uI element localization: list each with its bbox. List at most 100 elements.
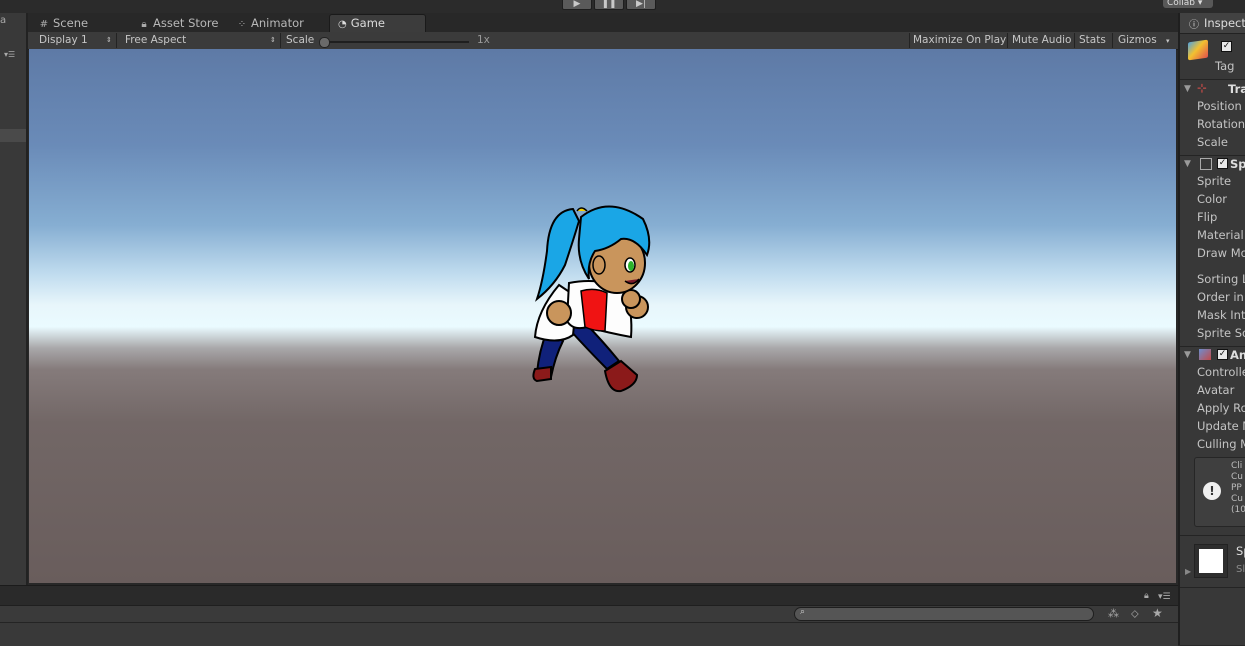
flip-label: Flip: [1197, 210, 1218, 224]
tag-label: Tag: [1215, 59, 1235, 73]
scale-slider-thumb[interactable]: [319, 37, 330, 48]
animator-component-icon: [1199, 349, 1211, 360]
sprite-renderer-enabled-checkbox[interactable]: ✓: [1217, 158, 1228, 169]
inspector-tab[interactable]: ⓘ Inspect: [1180, 13, 1245, 34]
step-button[interactable]: ▶|: [626, 0, 656, 10]
scale-label-inspector: Scale: [1197, 135, 1228, 149]
inspector-tab-label: Inspect: [1204, 16, 1245, 30]
apply-root-motion-label: Apply Ro: [1197, 401, 1245, 415]
hierarchy-panel[interactable]: ▾☰: [0, 13, 28, 585]
separator: [1007, 33, 1008, 48]
info-icon: ⓘ: [1189, 20, 1199, 31]
material-label: Material: [1197, 228, 1244, 242]
tab-scene[interactable]: # Scene: [38, 15, 88, 32]
color-label: Color: [1197, 192, 1228, 206]
warning-icon: !: [1203, 482, 1221, 500]
divider: [1180, 535, 1245, 536]
update-mode-label: Update M: [1197, 419, 1245, 433]
aspect-label: Free Aspect: [125, 34, 187, 46]
scale-label: Scale: [286, 34, 315, 46]
gizmos-button[interactable]: Gizmos ▾: [1118, 32, 1170, 49]
pause-button[interactable]: ❚❚: [594, 0, 624, 10]
sorting-layer-label: Sorting L: [1197, 272, 1245, 286]
tab-animator-label: Animator: [251, 16, 304, 30]
mask-interaction-label: Mask Int: [1197, 308, 1245, 322]
material-name: Sp: [1236, 544, 1245, 558]
separator: [909, 33, 910, 48]
filter-by-type-icon[interactable]: ⁂: [1108, 607, 1119, 620]
animator-enabled-checkbox[interactable]: ✓: [1217, 349, 1228, 360]
gizmos-label: Gizmos: [1118, 34, 1157, 46]
mute-audio-toggle[interactable]: Mute Audio: [1012, 32, 1071, 49]
hierarchy-selected-row[interactable]: [0, 129, 26, 142]
animator-header[interactable]: An: [1230, 348, 1245, 362]
stats-toggle[interactable]: Stats: [1079, 32, 1106, 49]
display-dropdown[interactable]: Display 1 ⇕: [39, 32, 114, 49]
sprite-renderer-icon: [1200, 158, 1212, 170]
foldout-arrow-icon[interactable]: ▼: [1184, 84, 1191, 94]
foldout-arrow-icon[interactable]: ▼: [1184, 159, 1191, 169]
star-icon[interactable]: ★: [1152, 606, 1163, 620]
sprite-sort-point-label: Sprite So: [1197, 326, 1245, 340]
sprite-renderer-header[interactable]: Sp: [1230, 157, 1245, 171]
tab-asset-store-label: Asset Store: [153, 16, 219, 30]
inspector-panel[interactable]: ⓘ Inspect ✓ Tag ▼ ⊹ Tra Position Rotatio…: [1178, 13, 1245, 645]
pause-icon: ❚❚: [601, 0, 617, 9]
material-preview[interactable]: [1194, 544, 1228, 578]
chevron-down-icon: ▾: [1166, 37, 1170, 45]
divider: [1180, 79, 1245, 80]
divider: [1180, 155, 1245, 156]
culling-mode-label: Culling M: [1197, 437, 1245, 451]
panel-menu-icon[interactable]: ▾☰: [1158, 592, 1171, 602]
tab-game[interactable]: ◔ Game: [329, 14, 426, 33]
aspect-dropdown[interactable]: Free Aspect ⇕: [125, 32, 280, 49]
lock-icon[interactable]: 🔒︎: [1144, 591, 1149, 601]
player-character-sprite: [532, 205, 651, 393]
gameobject-cube-icon: [1188, 39, 1208, 61]
order-in-layer-label: Order in: [1197, 290, 1244, 304]
display-label: Display 1: [39, 34, 88, 46]
foldout-arrow-icon[interactable]: ▶: [1185, 567, 1191, 576]
avatar-label: Avatar: [1197, 383, 1235, 397]
collab-button[interactable]: Collab ▾: [1163, 0, 1213, 8]
position-label: Position: [1197, 99, 1242, 113]
material-swatch: [1199, 549, 1223, 573]
search-icon: ⌕: [800, 607, 806, 617]
tab-game-label: Game: [350, 16, 385, 30]
search-input[interactable]: ⌕: [794, 607, 1094, 621]
separator: [116, 33, 117, 48]
divider: [1180, 587, 1245, 588]
play-button[interactable]: ▶: [562, 0, 592, 10]
game-view[interactable]: [29, 49, 1176, 583]
sprite-label: Sprite: [1197, 174, 1232, 188]
panel-menu-icon[interactable]: ▾☰: [4, 51, 22, 59]
step-icon: ▶|: [636, 0, 646, 9]
project-content-area[interactable]: [0, 622, 1178, 646]
panel-menu-icon[interactable]: a: [0, 15, 6, 26]
scale-value: 1x: [477, 34, 490, 46]
foldout-arrow-icon[interactable]: ▼: [1184, 350, 1191, 360]
rotation-label: Rotation: [1197, 117, 1245, 131]
controller-label: Controlle: [1197, 365, 1245, 379]
separator: [1112, 33, 1113, 48]
tab-asset-store[interactable]: 🔒︎ Asset Store: [138, 15, 219, 32]
dropdown-arrows-icon: ⇕: [270, 36, 276, 44]
maximize-on-play-toggle[interactable]: Maximize On Play: [913, 32, 1006, 49]
animator-info-box: ! Cli Cu PP Cu (10: [1194, 457, 1245, 527]
divider: [1180, 346, 1245, 347]
grid-icon: #: [39, 19, 49, 30]
gameobject-active-checkbox[interactable]: ✓: [1221, 41, 1232, 52]
transform-header[interactable]: Tra: [1228, 82, 1245, 96]
separator: [1074, 33, 1075, 48]
info-text: Cli Cu PP Cu (10: [1231, 461, 1245, 515]
filter-by-label-icon[interactable]: ⬦: [1131, 607, 1139, 621]
lock-icon: 🔒︎: [141, 19, 147, 30]
scale-slider-track[interactable]: [321, 41, 469, 43]
separator: [280, 33, 281, 48]
animator-icon: ⁘: [237, 19, 247, 30]
draw-mode-label: Draw Mo: [1197, 246, 1245, 260]
tab-scene-label: Scene: [53, 16, 89, 30]
game-toolbar: Display 1 ⇕ Free Aspect ⇕ Scale 1x Maxim…: [28, 32, 1178, 50]
project-panel-tabbar: 🔒︎ ▾☰: [0, 585, 1178, 606]
tab-animator[interactable]: ⁘ Animator: [236, 15, 304, 32]
